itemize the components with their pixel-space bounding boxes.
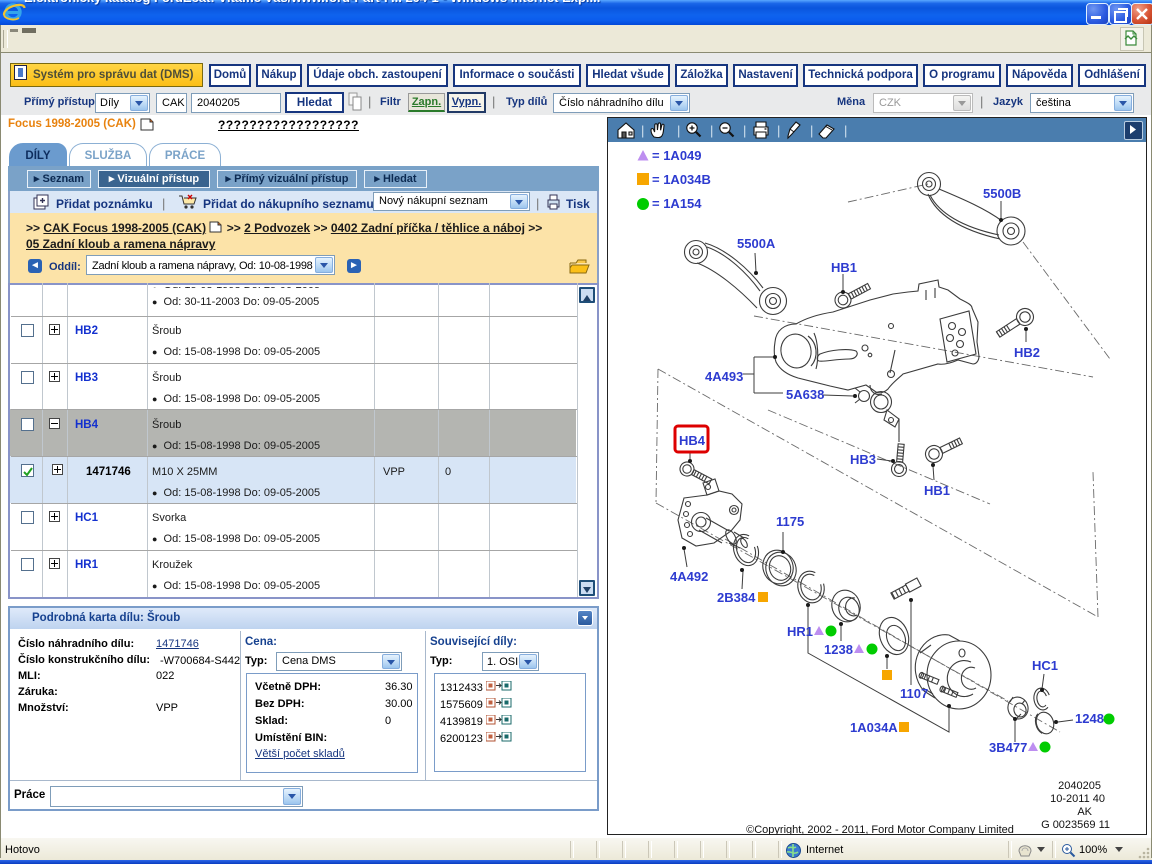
svg-text:5500A: 5500A	[737, 236, 776, 251]
svg-text:4A492: 4A492	[670, 569, 708, 584]
svg-text:HB4: HB4	[679, 433, 706, 448]
svg-text:1238: 1238	[824, 642, 853, 657]
svg-text:HR1: HR1	[787, 624, 813, 639]
svg-text:HC1: HC1	[1032, 658, 1058, 673]
svg-text:10-2011 40: 10-2011 40	[1050, 793, 1105, 805]
svg-text:©Copyright, 2002 - 2011, Ford: ©Copyright, 2002 - 2011, Ford Motor Comp…	[746, 824, 1014, 834]
svg-text:3B477: 3B477	[989, 740, 1027, 755]
svg-text:2B384: 2B384	[717, 590, 756, 605]
svg-text:G 0023569 11: G 0023569 11	[1041, 819, 1110, 831]
svg-text:|: |	[810, 123, 813, 138]
svg-text:= 1A049: = 1A049	[652, 148, 702, 163]
svg-text:1248: 1248	[1075, 711, 1104, 726]
svg-text:|: |	[844, 123, 847, 138]
svg-text:HB2: HB2	[1014, 345, 1040, 360]
svg-text:HB1: HB1	[924, 483, 950, 498]
svg-text:1A034A: 1A034A	[850, 720, 898, 735]
svg-text:2040205: 2040205	[1058, 780, 1101, 792]
svg-text:|: |	[641, 123, 644, 138]
svg-text:5500B: 5500B	[983, 186, 1021, 201]
svg-text:|: |	[677, 123, 680, 138]
svg-text:|: |	[743, 123, 746, 138]
svg-text:5A638: 5A638	[786, 387, 824, 402]
svg-text:4A493: 4A493	[705, 369, 743, 384]
svg-text:|: |	[710, 123, 713, 138]
svg-text:= 1A154: = 1A154	[652, 196, 702, 211]
svg-text:AK: AK	[1077, 806, 1092, 818]
svg-text:HB1: HB1	[831, 260, 857, 275]
svg-text:= 1A034B: = 1A034B	[652, 172, 711, 187]
svg-text:1107: 1107	[900, 686, 928, 701]
svg-text:|: |	[777, 123, 780, 138]
svg-text:HB3: HB3	[850, 452, 876, 467]
svg-text:1175: 1175	[776, 514, 804, 529]
